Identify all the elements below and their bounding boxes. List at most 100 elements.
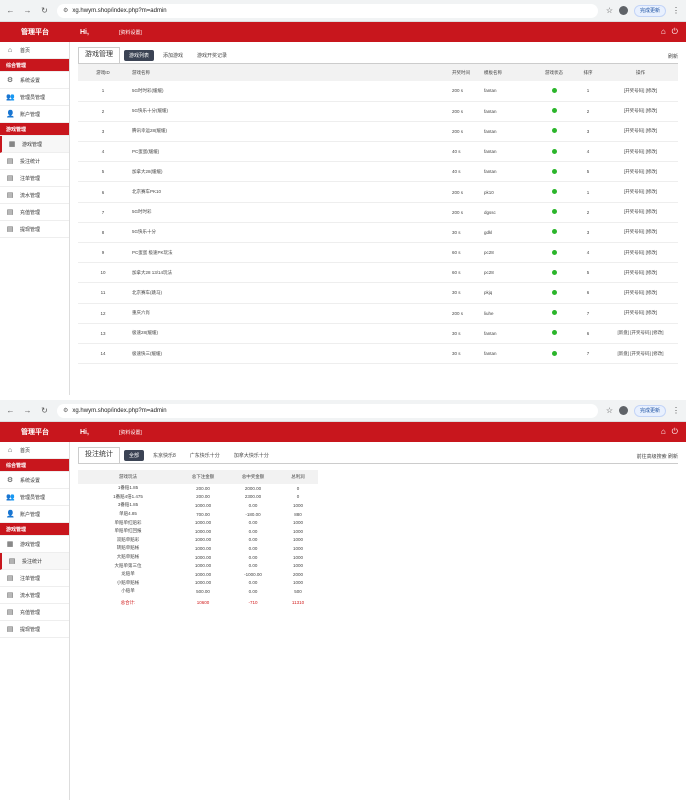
tab-game-list[interactable]: 游戏列表 bbox=[124, 50, 155, 61]
bookmark-star-icon[interactable]: ☆ bbox=[606, 6, 613, 15]
status-on-icon[interactable] bbox=[551, 168, 557, 174]
sidebar-item-home[interactable]: ⌂ 首页 bbox=[0, 442, 69, 459]
row-actions[interactable]: [开奖号码] [修改] bbox=[603, 202, 678, 223]
status-on-icon[interactable] bbox=[551, 330, 557, 336]
home-icon[interactable]: ⌂ bbox=[661, 427, 666, 437]
sidebar-item-games[interactable]: ▦ 游戏管理 bbox=[0, 536, 69, 553]
back-icon[interactable]: ← bbox=[6, 406, 15, 415]
table-row: 双赔单赔彩 1000.00 0.00 1000 bbox=[78, 536, 318, 545]
sidebar-item-settings[interactable]: ⚙ 系统设置 bbox=[0, 472, 69, 489]
tab-draw-records[interactable]: 游戏开奖记录 bbox=[192, 50, 232, 61]
update-button[interactable]: 完成更新 bbox=[633, 4, 666, 17]
status-on-icon[interactable] bbox=[551, 128, 557, 134]
table-cell: 0 bbox=[296, 494, 300, 500]
sidebar-item-flow[interactable]: ▤ 流水管理 bbox=[0, 187, 69, 204]
sidebar-item-orders[interactable]: ▤ 注单管理 bbox=[0, 570, 69, 587]
reload-icon[interactable]: ↻ bbox=[40, 6, 49, 15]
sidebar-item-home[interactable]: ⌂ 首页 bbox=[0, 42, 69, 59]
table-cell: 小赔单赔帐 bbox=[116, 579, 140, 585]
row-actions[interactable]: [开奖号码] [修改] bbox=[603, 141, 678, 163]
profile-avatar[interactable] bbox=[618, 406, 628, 415]
table-row: 1番赔1.85 200.00 2000.00 0 bbox=[78, 484, 318, 493]
power-icon[interactable]: ⏻ bbox=[672, 427, 678, 437]
table-cell: 1000 bbox=[292, 563, 303, 569]
bookmark-star-icon[interactable]: ☆ bbox=[606, 406, 613, 415]
table-cell: 7 bbox=[78, 202, 128, 223]
profile-avatar[interactable] bbox=[618, 6, 628, 15]
sidebar-item-accounts[interactable]: 👤 账户管理 bbox=[0, 106, 69, 123]
sidebar-item-admins[interactable]: 👥 管理员管理 bbox=[0, 489, 69, 506]
table-row: 13 极速28(缓缓) 30 s fantan 6 [新盘] [开奖号码] [修改] bbox=[78, 323, 678, 344]
advanced-search-refresh[interactable]: 前往高级搜索 刷新 bbox=[637, 453, 678, 460]
table-row: 10 加拿大28 13/14玩法 60 s pc28 5 [开奖号码] [修改] bbox=[78, 262, 678, 284]
power-icon[interactable]: ⏻ bbox=[672, 27, 678, 37]
sidebar-item-bet-stats[interactable]: ▤ 投注统计 bbox=[0, 553, 69, 570]
sidebar-item-games[interactable]: ▦ 游戏管理 bbox=[0, 136, 69, 153]
status-on-icon[interactable] bbox=[551, 350, 557, 356]
address-bar[interactable]: ⚙ xg.hwym.shop/index.php?m=admin bbox=[57, 403, 598, 418]
site-info-icon[interactable]: ⚙ bbox=[63, 7, 68, 14]
table-cell: 1000.00 bbox=[194, 502, 212, 508]
tab-canada-k10[interactable]: 加拿大快乐十分 bbox=[229, 450, 274, 461]
sidebar-item-bet-stats[interactable]: ▤ 投注统计 bbox=[0, 153, 69, 170]
table-cell: 极速快三(缓缓) bbox=[128, 343, 448, 365]
row-actions[interactable]: [开奖号码] [修改] bbox=[603, 222, 678, 244]
row-actions[interactable]: [开奖号码] [修改] bbox=[603, 181, 678, 203]
table-cell: 4 bbox=[78, 141, 128, 163]
table-cell: 单赔4.85 bbox=[119, 511, 137, 517]
reload-icon[interactable]: ↻ bbox=[40, 406, 49, 415]
status-on-icon[interactable] bbox=[551, 189, 557, 195]
status-on-icon[interactable] bbox=[551, 269, 557, 275]
address-bar[interactable]: ⚙ xg.hwym.shop/index.php?m=admin bbox=[57, 3, 598, 18]
chart-icon: ▤ bbox=[6, 158, 14, 165]
status-on-icon[interactable] bbox=[551, 148, 557, 154]
menu-dots-icon[interactable]: ⋮ bbox=[672, 6, 680, 15]
row-actions[interactable]: [开奖号码] [修改] bbox=[603, 303, 678, 324]
table-cell: 0 bbox=[296, 485, 300, 491]
tab-bar: 游戏管理 游戏列表 添加游戏 游戏开奖记录 刷新 bbox=[78, 47, 678, 64]
status-on-icon[interactable] bbox=[551, 108, 557, 114]
row-actions[interactable]: [开奖号码] [修改] bbox=[603, 262, 678, 284]
tab-tokyo-k8[interactable]: 东京快乐8 bbox=[148, 450, 181, 461]
sidebar-item-admins[interactable]: 👥 管理员管理 bbox=[0, 89, 69, 106]
site-info-icon[interactable]: ⚙ bbox=[63, 407, 68, 414]
refresh-link[interactable]: 刷新 bbox=[668, 53, 678, 60]
row-actions[interactable]: [开奖号码] [修改] bbox=[603, 161, 678, 183]
status-on-icon[interactable] bbox=[551, 249, 557, 255]
tab-all[interactable]: 全部 bbox=[124, 450, 145, 461]
home-icon[interactable]: ⌂ bbox=[661, 27, 666, 37]
list-icon: ▤ bbox=[6, 175, 14, 182]
sidebar-item-accounts[interactable]: 👤 账户管理 bbox=[0, 506, 69, 523]
update-button[interactable]: 完成更新 bbox=[633, 404, 666, 417]
back-icon[interactable]: ← bbox=[6, 6, 15, 15]
status-on-icon[interactable] bbox=[551, 229, 557, 235]
sidebar-item-withdraw[interactable]: ▤ 提现管理 bbox=[0, 621, 69, 638]
sidebar-item-orders[interactable]: ▤ 注单管理 bbox=[0, 170, 69, 187]
profile-settings-link[interactable]: [资料设置] bbox=[119, 29, 142, 36]
row-actions[interactable]: [开奖号码] [修改] bbox=[603, 242, 678, 264]
sidebar-item-withdraw[interactable]: ▤ 提现管理 bbox=[0, 221, 69, 238]
row-actions[interactable]: [开奖号码] [修改] bbox=[603, 81, 678, 102]
table-row: 12 重庆六肖 200 s liuhe 7 [开奖号码] [修改] bbox=[78, 303, 678, 324]
sidebar-item-recharge[interactable]: ▤ 充值管理 bbox=[0, 204, 69, 221]
menu-dots-icon[interactable]: ⋮ bbox=[672, 406, 680, 415]
row-actions[interactable]: [开奖号码] [修改] bbox=[603, 121, 678, 143]
tab-guangdong-k10[interactable]: 广东快乐十分 bbox=[185, 450, 225, 461]
row-actions[interactable]: [开奖号码] [修改] bbox=[603, 101, 678, 122]
status-on-icon[interactable] bbox=[551, 87, 557, 93]
forward-icon[interactable]: → bbox=[23, 406, 32, 415]
row-actions[interactable]: [新盘] [开奖号码] [修改] bbox=[603, 323, 678, 344]
sidebar-item-recharge[interactable]: ▤ 充值管理 bbox=[0, 604, 69, 621]
row-actions[interactable]: [新盘] [开奖号码] [修改] bbox=[603, 343, 678, 365]
row-actions[interactable]: [开奖号码] [修改] bbox=[603, 282, 678, 304]
sidebar-item-settings[interactable]: ⚙ 系统设置 bbox=[0, 72, 69, 89]
table-cell: 0.00 bbox=[248, 502, 258, 508]
profile-settings-link[interactable]: [资料设置] bbox=[119, 429, 142, 436]
status-on-icon[interactable] bbox=[551, 310, 557, 316]
sidebar-item-flow[interactable]: ▤ 流水管理 bbox=[0, 587, 69, 604]
status-on-icon[interactable] bbox=[551, 209, 557, 215]
forward-icon[interactable]: → bbox=[23, 6, 32, 15]
tab-add-game[interactable]: 添加游戏 bbox=[158, 50, 188, 61]
url-text: xg.hwym.shop/index.php?m=admin bbox=[72, 407, 167, 414]
status-on-icon[interactable] bbox=[551, 289, 557, 295]
